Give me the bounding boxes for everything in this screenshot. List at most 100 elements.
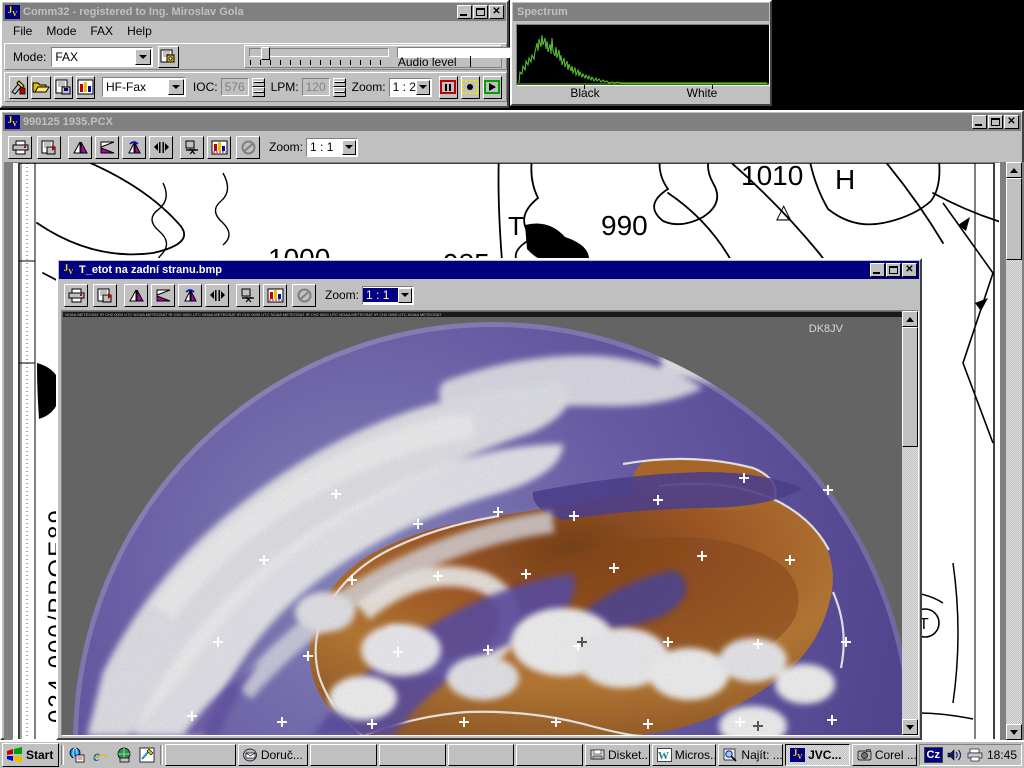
pcx-titlebar[interactable]: JV 990125 1935.PCX ✕ bbox=[3, 113, 1021, 131]
paint-icon[interactable] bbox=[137, 744, 158, 766]
print-icon[interactable] bbox=[8, 135, 32, 159]
menu-item-help[interactable]: Help bbox=[121, 23, 158, 39]
flip-vertical-icon[interactable] bbox=[68, 135, 92, 159]
minimize-button[interactable] bbox=[972, 115, 987, 129]
close-button[interactable]: ✕ bbox=[902, 263, 917, 277]
pcx-scrollbar-thumb[interactable] bbox=[1006, 178, 1022, 260]
play-button[interactable] bbox=[482, 75, 502, 99]
clock: 18:45 bbox=[986, 748, 1017, 762]
lpm-stepper[interactable] bbox=[332, 77, 346, 97]
audio-level-group: Audio level bbox=[243, 45, 535, 69]
task-button-0[interactable] bbox=[165, 744, 236, 766]
lpm-label: LPM: bbox=[270, 80, 299, 94]
channels-icon[interactable] bbox=[66, 744, 87, 766]
cancel-glyph bbox=[297, 288, 311, 302]
chevron-down-icon[interactable] bbox=[167, 79, 184, 95]
maximize-button[interactable] bbox=[473, 5, 488, 19]
scroll-up-button[interactable] bbox=[902, 311, 918, 327]
bmp-title: T_etot na zadní stranu.bmp bbox=[79, 264, 223, 276]
maximize-button[interactable] bbox=[886, 263, 901, 277]
wizard-icon[interactable] bbox=[9, 75, 28, 99]
save-image-icon[interactable] bbox=[54, 75, 73, 99]
task-button-3[interactable] bbox=[379, 744, 446, 766]
chevron-down-icon[interactable] bbox=[342, 139, 357, 155]
pcx-zoom-combo[interactable]: 1 : 1 bbox=[306, 137, 359, 157]
flip-vertical-glyph bbox=[72, 141, 88, 153]
find-icon bbox=[724, 748, 737, 762]
print-icon[interactable] bbox=[64, 283, 88, 307]
bmp-client-area: NOAA METEOSAT IR CH2 0000 UTC NOAA METEO… bbox=[61, 310, 919, 736]
rotate-icon[interactable] bbox=[178, 283, 202, 307]
minimize-button[interactable] bbox=[870, 263, 885, 277]
pcx-vertical-scrollbar[interactable] bbox=[1006, 162, 1022, 740]
menu-item-fax[interactable]: FAX bbox=[84, 23, 119, 39]
mirror-icon[interactable] bbox=[205, 283, 229, 307]
bmp-vertical-scrollbar[interactable] bbox=[902, 311, 918, 735]
menu-item-mode[interactable]: Mode bbox=[40, 23, 82, 39]
chevron-down-icon[interactable] bbox=[415, 79, 430, 95]
show-desktop-icon[interactable] bbox=[113, 744, 134, 766]
flip-vertical-icon[interactable] bbox=[124, 283, 148, 307]
cancel-icon[interactable] bbox=[292, 283, 316, 307]
open-folder-icon[interactable] bbox=[31, 75, 51, 99]
close-button[interactable]: ✕ bbox=[1004, 115, 1019, 129]
task-button-4[interactable] bbox=[447, 744, 515, 766]
corel-icon bbox=[857, 749, 872, 761]
satellite-image: NOAA METEOSAT IR CH2 0000 UTC NOAA METEO… bbox=[63, 312, 903, 735]
maximize-button[interactable] bbox=[988, 115, 1003, 129]
mode-combo[interactable]: FAX bbox=[51, 46, 153, 67]
flip-horizontal-icon[interactable] bbox=[151, 283, 175, 307]
language-indicator[interactable]: Cz bbox=[923, 747, 943, 763]
palette-icon[interactable] bbox=[207, 135, 231, 159]
bmp-zoom-combo[interactable]: 1 : 1 bbox=[362, 285, 415, 305]
task-button-2[interactable] bbox=[310, 744, 378, 766]
task-button-8[interactable]: Najít: ... bbox=[718, 744, 784, 766]
save-as-icon[interactable] bbox=[37, 135, 61, 159]
scroll-down-button[interactable] bbox=[1006, 724, 1022, 740]
flip-horizontal-glyph bbox=[100, 141, 114, 153]
comm32-titlebar[interactable]: JV Comm32 - registered to Ing. Miroslav … bbox=[3, 3, 506, 21]
pause-button[interactable] bbox=[438, 75, 458, 99]
chevron-down-icon[interactable] bbox=[398, 287, 413, 303]
flip-horizontal-icon[interactable] bbox=[95, 135, 119, 159]
audio-slider-thumb[interactable] bbox=[260, 47, 270, 60]
bmp-scrollbar-thumb[interactable] bbox=[902, 327, 918, 447]
record-button[interactable] bbox=[460, 75, 480, 99]
rotate-icon[interactable] bbox=[122, 135, 146, 159]
cut-icon[interactable] bbox=[180, 135, 204, 159]
task-button-6[interactable]: Disket... bbox=[585, 744, 650, 766]
zoom-combo[interactable]: 1 : 2 bbox=[388, 77, 432, 97]
show-desktop-glyph bbox=[117, 747, 130, 763]
minimize-button[interactable] bbox=[457, 5, 472, 19]
bmp-titlebar[interactable]: JV T_etot na zadní stranu.bmp ✕ bbox=[59, 261, 919, 279]
mirror-icon[interactable] bbox=[149, 135, 173, 159]
audio-slider-ticks bbox=[249, 60, 388, 65]
task-button-1[interactable]: Doruč... bbox=[237, 744, 309, 766]
settings-sheet-icon[interactable] bbox=[157, 45, 179, 68]
close-button[interactable]: ✕ bbox=[489, 5, 504, 19]
printer-icon[interactable] bbox=[967, 748, 983, 762]
cancel-icon[interactable] bbox=[236, 135, 260, 159]
chevron-down-icon[interactable] bbox=[134, 48, 151, 65]
start-button[interactable]: Start bbox=[2, 743, 60, 767]
audio-slider-track[interactable] bbox=[248, 48, 389, 57]
volume-icon[interactable] bbox=[947, 748, 963, 762]
task-button-jvc[interactable]: JV JVC... bbox=[785, 744, 850, 766]
ioc-stepper[interactable] bbox=[251, 77, 265, 97]
task-button-7[interactable]: W Micros... bbox=[651, 744, 717, 766]
palette-icon[interactable] bbox=[263, 283, 287, 307]
scroll-up-button[interactable] bbox=[1006, 162, 1022, 178]
scroll-down-button[interactable] bbox=[902, 719, 918, 735]
taskbar-separator-2 bbox=[160, 745, 164, 765]
task-button-10[interactable]: Corel ... bbox=[851, 744, 917, 766]
save-as-icon[interactable] bbox=[93, 283, 117, 307]
internet-explorer-icon[interactable]: e bbox=[90, 744, 111, 766]
cut-icon[interactable] bbox=[236, 283, 260, 307]
spectrum-titlebar[interactable]: Spectrum bbox=[513, 3, 769, 21]
task-button-5[interactable] bbox=[516, 744, 583, 766]
zoom-label: Zoom: bbox=[351, 80, 386, 94]
fax-mode-combo[interactable]: HF-Fax bbox=[102, 77, 186, 97]
mirror-glyph bbox=[209, 289, 225, 301]
menu-item-file[interactable]: File bbox=[7, 23, 38, 39]
histogram-icon[interactable] bbox=[76, 75, 95, 99]
